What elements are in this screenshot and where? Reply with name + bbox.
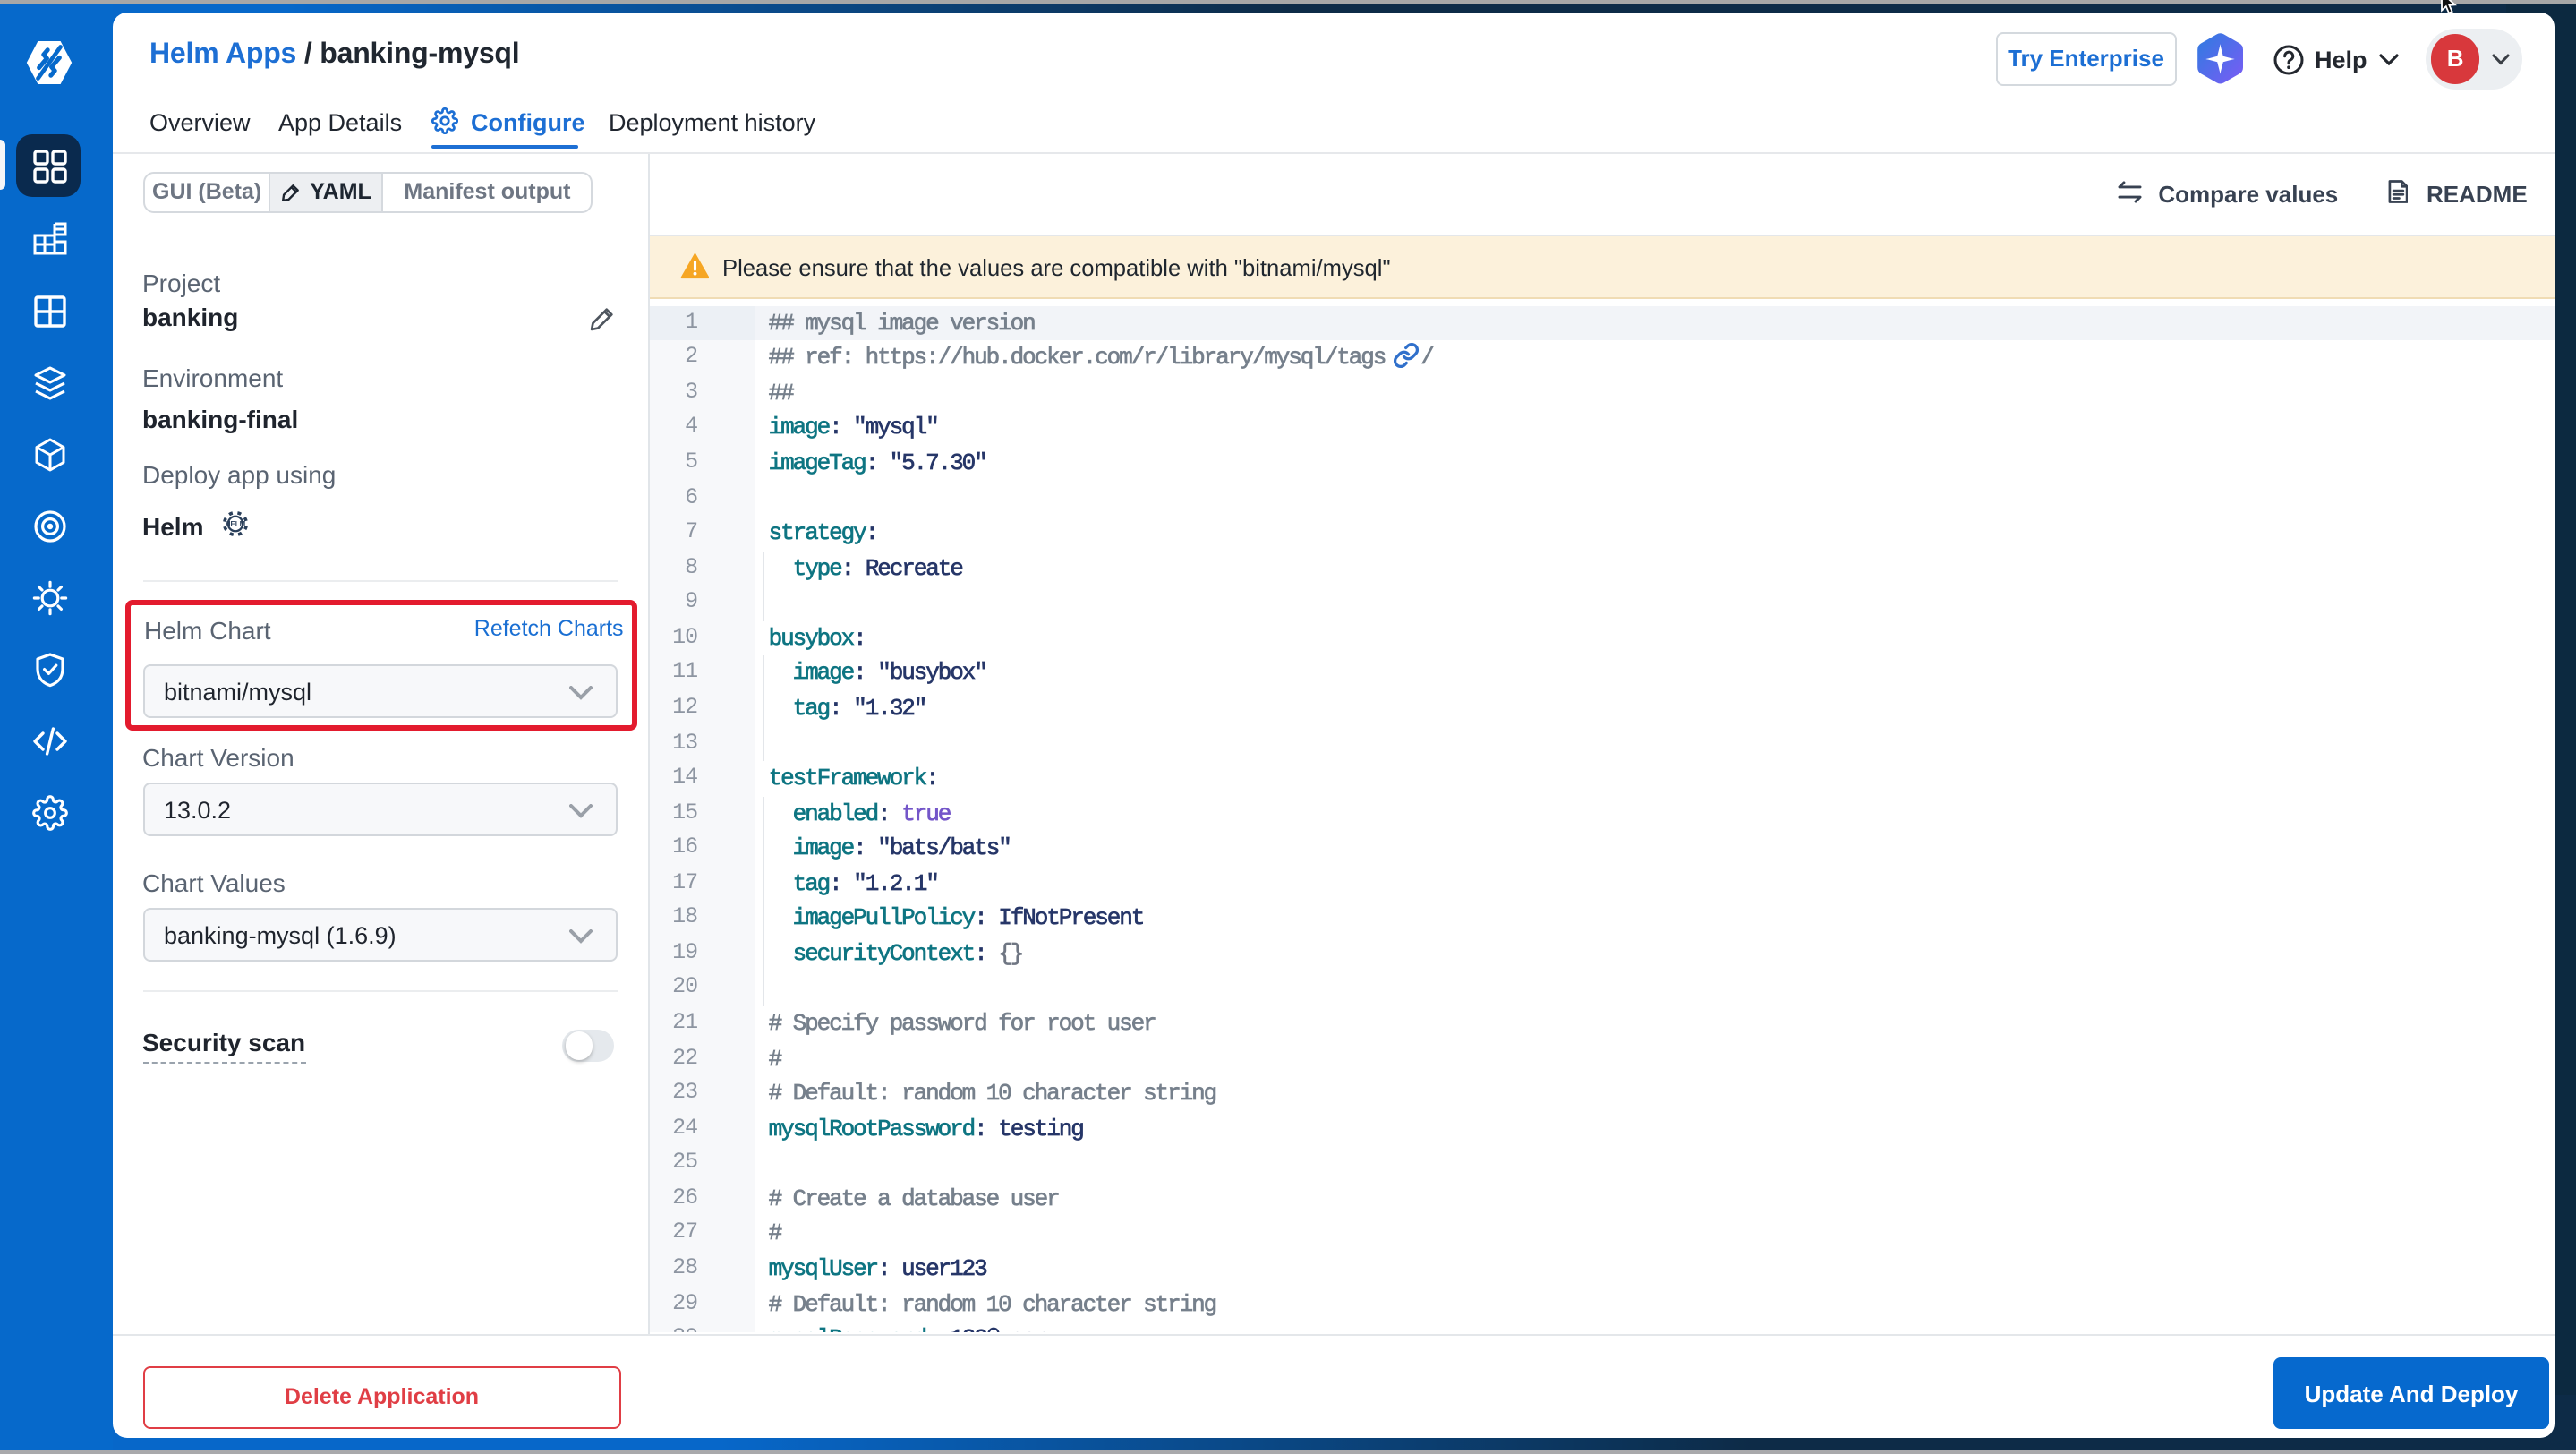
svg-text:HELM: HELM [225,520,245,528]
